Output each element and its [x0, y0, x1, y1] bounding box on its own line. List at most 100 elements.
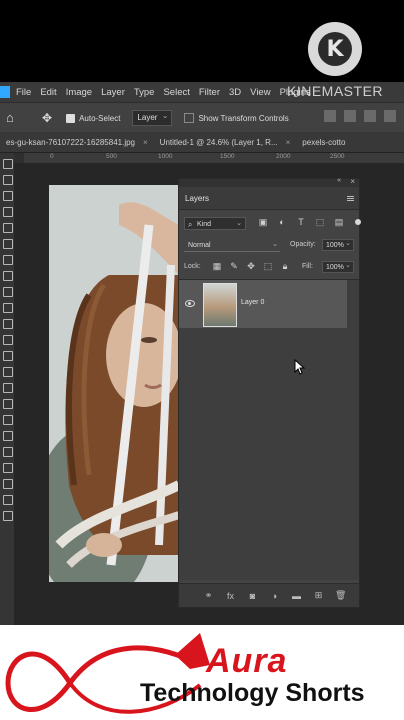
ruler-mark: 1500 — [220, 153, 235, 160]
fill-field[interactable]: 100% ⌄ — [322, 261, 354, 273]
eraser-tool-icon[interactable] — [3, 335, 13, 345]
menu-file[interactable]: File — [16, 87, 31, 98]
dodge-tool-icon[interactable] — [3, 383, 13, 393]
brand-subtitle: Technology Shorts — [140, 679, 365, 707]
chevron-down-icon: ⌄ — [345, 240, 351, 247]
menu-view[interactable]: View — [250, 87, 270, 98]
tab-label: Untitled-1 @ 24.6% (Layer 1, R... — [159, 137, 278, 147]
menu-3d[interactable]: 3D — [229, 87, 241, 98]
align-top-icon[interactable] — [384, 110, 396, 122]
hand-tool-icon[interactable] — [3, 463, 13, 473]
close-icon[interactable]: × — [350, 177, 355, 186]
menu-edit[interactable]: Edit — [40, 87, 56, 98]
panel-title[interactable]: Layers — [185, 194, 209, 203]
color-swatch-icon[interactable] — [3, 511, 13, 521]
auto-select-label: Auto-Select — [79, 113, 121, 123]
filter-kind-dropdown[interactable]: ⌕ Kind ⌄ — [184, 217, 246, 230]
adjustment-layer-icon[interactable]: ◑ — [269, 591, 280, 601]
canvas-photo[interactable] — [49, 185, 179, 582]
chevron-down-icon: ⌄ — [345, 262, 351, 269]
transform-controls-checkbox[interactable] — [184, 113, 195, 123]
history-brush-tool-icon[interactable] — [3, 319, 13, 329]
close-icon[interactable]: × — [143, 138, 148, 147]
smart-object-filter-icon[interactable]: ▤ — [334, 217, 344, 227]
menu-layer[interactable]: Layer — [101, 87, 125, 98]
blend-mode-dropdown[interactable]: Normal ⌄ — [184, 239, 280, 252]
shape-filter-icon[interactable]: ⬚ — [315, 217, 325, 227]
healing-brush-tool-icon[interactable] — [3, 271, 13, 281]
crop-tool-icon[interactable] — [3, 223, 13, 233]
lock-all-icon[interactable]: 🔒︎ — [280, 261, 290, 271]
collapse-icon[interactable]: « — [337, 177, 341, 184]
type-tool-icon[interactable] — [3, 415, 13, 425]
filter-toggle-icon[interactable] — [355, 219, 361, 225]
document-tab[interactable]: pexels-cotto — [296, 138, 351, 147]
lock-position-icon[interactable]: ✥ — [246, 261, 256, 271]
ruler-mark: 2000 — [276, 153, 291, 160]
pixel-filter-icon[interactable]: ▣ — [258, 217, 268, 227]
menu-select[interactable]: Select — [163, 87, 189, 98]
opacity-value: 100% — [326, 242, 344, 249]
lock-artboard-icon[interactable]: ⬚ — [263, 261, 273, 271]
lock-transparent-pixels-icon[interactable]: ▦ — [212, 261, 222, 271]
layers-panel: « × Layers ⌕ Kind ⌄ ▣ ◐ T ⬚ ▤ Normal ⌄ O… — [178, 177, 361, 608]
marquee-tool-icon[interactable] — [3, 175, 13, 185]
align-right-icon[interactable] — [364, 110, 376, 122]
align-left-icon[interactable] — [324, 110, 336, 122]
menu-filter[interactable]: Filter — [199, 87, 220, 98]
document-tab[interactable]: Untitled-1 @ 24.6% (Layer 1, R... × — [154, 138, 297, 147]
filter-kind-value: Kind — [197, 221, 212, 228]
tab-label: pexels-cotto — [302, 137, 346, 147]
zoom-tool-icon[interactable] — [3, 479, 13, 489]
auto-select-checkbox[interactable] — [66, 113, 76, 123]
panel-menu-icon[interactable] — [347, 196, 354, 197]
brush-tool-icon[interactable] — [3, 287, 13, 297]
new-layer-icon[interactable]: ⊞ — [313, 590, 324, 601]
eye-icon[interactable] — [185, 300, 195, 307]
layer-mask-icon[interactable]: ◙ — [247, 591, 258, 601]
link-icon[interactable]: ⚭ — [203, 590, 214, 601]
photoshop-app-icon — [0, 86, 10, 98]
move-tool-icon[interactable]: ✥ — [42, 111, 52, 125]
pen-tool-icon[interactable] — [3, 399, 13, 409]
rectangle-tool-icon[interactable] — [3, 447, 13, 457]
menu-type[interactable]: Type — [134, 87, 155, 98]
layer-row[interactable]: Layer 0 — [179, 280, 347, 328]
close-icon[interactable]: × — [286, 138, 291, 147]
lock-row: Lock: ▦ ✎ ✥ ⬚ 🔒︎ Fill: 100% ⌄ — [184, 261, 354, 275]
type-filter-icon[interactable]: T — [296, 217, 306, 227]
gradient-tool-icon[interactable] — [3, 351, 13, 361]
chevron-down-icon: ⌄ — [272, 241, 278, 248]
more-tools-icon[interactable] — [3, 495, 13, 505]
fill-value: 100% — [326, 264, 344, 271]
eyedropper-tool-icon[interactable] — [3, 255, 13, 265]
filter-row: ⌕ Kind ⌄ ▣ ◐ T ⬚ ▤ — [184, 217, 361, 231]
lasso-tool-icon[interactable] — [3, 191, 13, 201]
trash-icon[interactable]: 🗑︎ — [335, 590, 346, 601]
frame-tool-icon[interactable] — [3, 239, 13, 249]
panel-header: Layers — [179, 187, 359, 210]
lock-image-pixels-icon[interactable]: ✎ — [229, 261, 239, 271]
portrait-photo — [49, 185, 179, 582]
fx-icon[interactable]: fx — [225, 591, 236, 601]
menu-image[interactable]: Image — [66, 87, 92, 98]
panel-top-bar: « × — [179, 177, 359, 187]
folder-icon[interactable]: ▬ — [291, 591, 302, 601]
tab-label: es-gu-ksan-76107222-16285841.jpg — [6, 137, 135, 147]
clone-stamp-tool-icon[interactable] — [3, 303, 13, 313]
layer-name[interactable]: Layer 0 — [241, 299, 264, 306]
blur-tool-icon[interactable] — [3, 367, 13, 377]
home-icon[interactable]: ⌂ — [6, 111, 20, 125]
auto-select-target-dropdown[interactable]: Layer — [132, 109, 173, 126]
adjustment-filter-icon[interactable]: ◐ — [277, 217, 287, 227]
move-tool-icon[interactable] — [3, 159, 13, 169]
quick-select-tool-icon[interactable] — [3, 207, 13, 217]
ruler-mark: 1000 — [158, 153, 173, 160]
align-center-icon[interactable] — [344, 110, 356, 122]
layers-list: Layer 0 — [179, 279, 359, 580]
opacity-field[interactable]: 100% ⌄ — [322, 239, 354, 251]
brand-title: Aura — [206, 642, 288, 680]
document-tab[interactable]: es-gu-ksan-76107222-16285841.jpg × — [0, 138, 154, 147]
brand-footer: Aura Technology Shorts — [0, 625, 404, 720]
path-selection-tool-icon[interactable] — [3, 431, 13, 441]
